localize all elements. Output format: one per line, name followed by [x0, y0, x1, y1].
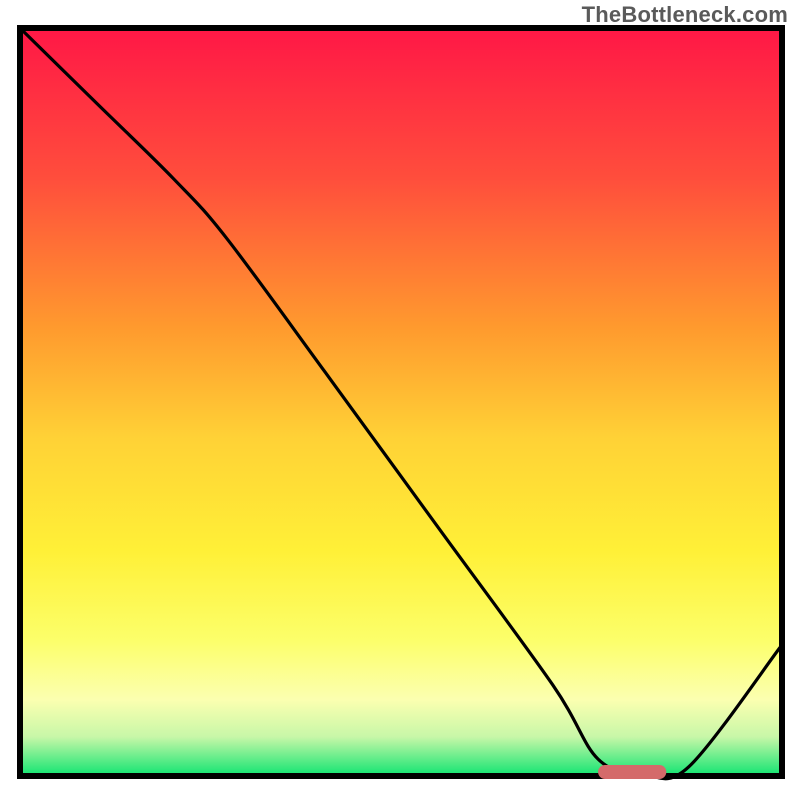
chart-svg — [0, 0, 800, 800]
watermark-label: TheBottleneck.com — [582, 2, 788, 28]
plot-area — [20, 28, 782, 779]
optimal-segment-marker — [598, 765, 666, 779]
chart-frame: TheBottleneck.com — [0, 0, 800, 800]
